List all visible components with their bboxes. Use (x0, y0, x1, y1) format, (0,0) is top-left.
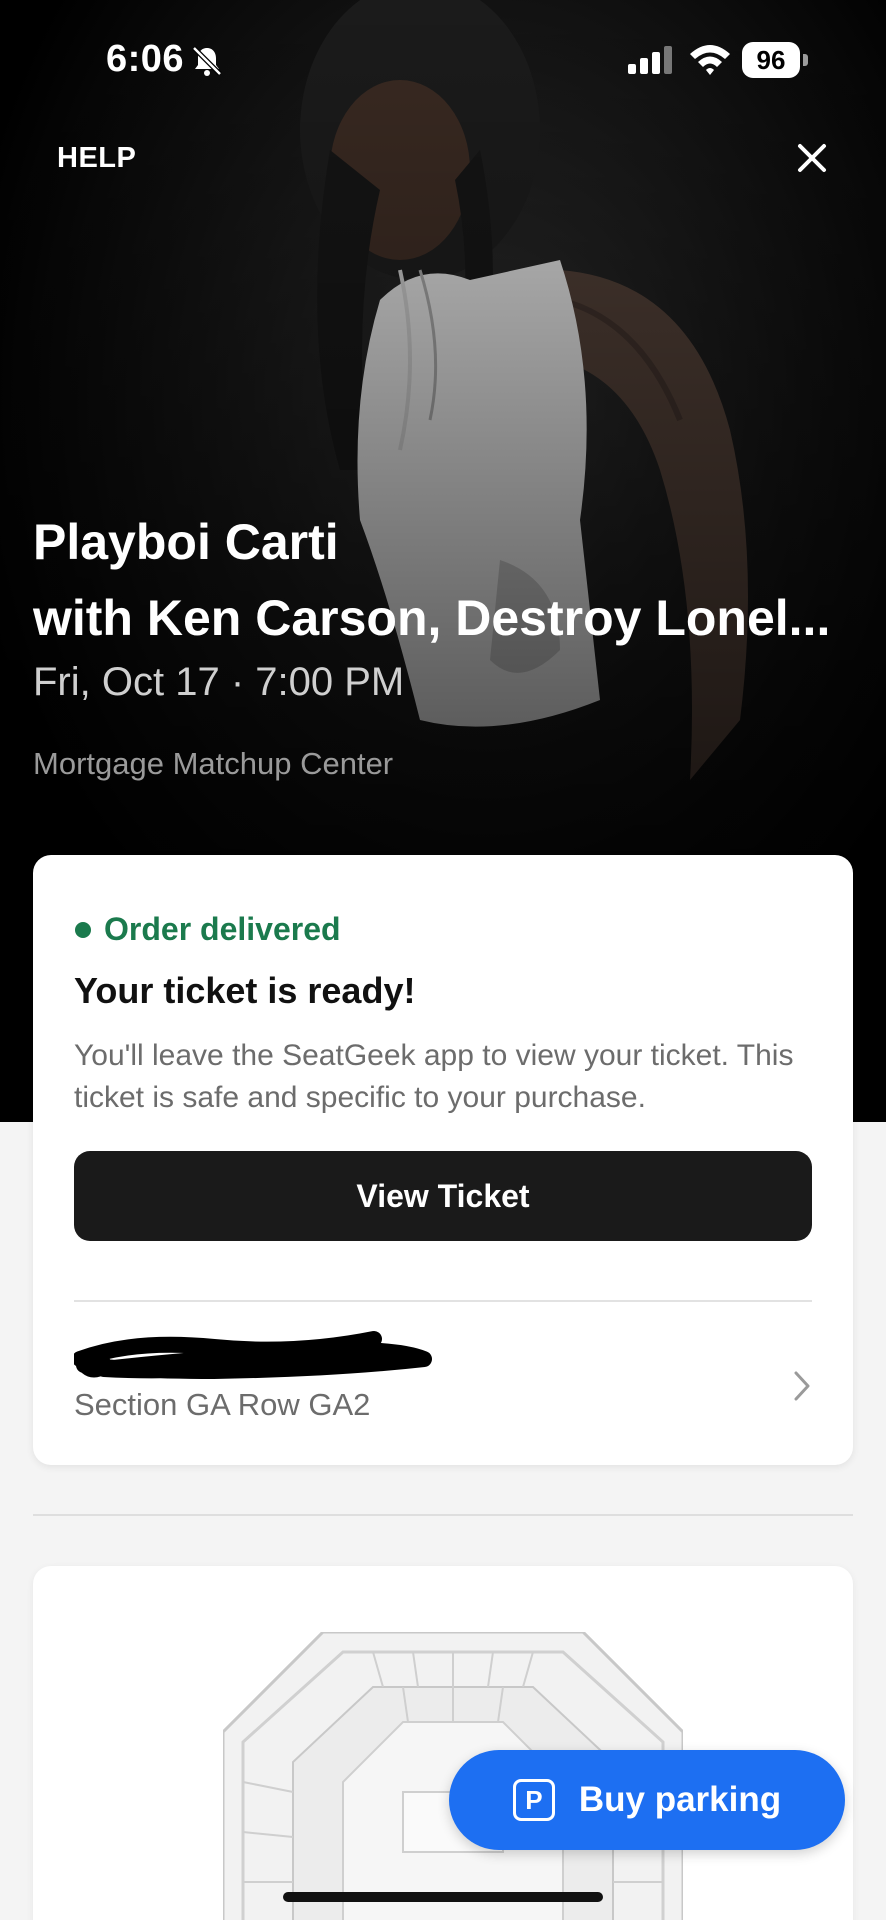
home-indicator (283, 1892, 603, 1902)
ticket-section-row: Section GA Row GA2 (74, 1387, 371, 1422)
event-date: Fri, Oct 17 · 7:00 PM (33, 660, 405, 704)
event-title-line-2: with Ken Carson, Destroy Lonel... (33, 590, 831, 646)
wifi-icon (690, 45, 730, 75)
event-title: Playboi Carti with Ken Carson, Destroy L… (33, 504, 863, 656)
divider (74, 1300, 812, 1302)
status-bar: 6:06 96 (0, 0, 886, 120)
battery-level: 96 (742, 42, 800, 78)
ticket-ready-heading: Your ticket is ready! (74, 970, 416, 1011)
status-dot (75, 922, 91, 938)
help-link[interactable]: HELP (57, 142, 136, 175)
order-status: Order delivered (104, 911, 341, 947)
chevron-right-icon (794, 1371, 810, 1401)
venue-map-card[interactable] (33, 1566, 853, 1920)
battery-icon: 96 (742, 42, 808, 78)
event-title-line-1: Playboi Carti (33, 514, 339, 570)
ticket-description: You'll leave the SeatGeek app to view yo… (74, 1039, 794, 1114)
redacted-ticket-holder (74, 1331, 432, 1379)
status-time: 6:06 (106, 38, 185, 80)
cellular-signal-icon (628, 46, 672, 74)
parking-icon: P (512, 1779, 555, 1821)
ticket-details-row[interactable]: Section GA Row GA2 (74, 1325, 812, 1435)
bell-slash-icon (192, 46, 222, 76)
close-icon[interactable] (790, 136, 834, 180)
order-card: Order delivered Your ticket is ready! Yo… (33, 855, 853, 1465)
section-divider (33, 1514, 853, 1516)
buy-parking-button[interactable]: P Buy parking (449, 1750, 845, 1850)
view-ticket-button[interactable]: View Ticket (74, 1151, 812, 1241)
event-venue: Mortgage Matchup Center (33, 746, 394, 781)
buy-parking-label: Buy parking (578, 1780, 782, 1819)
